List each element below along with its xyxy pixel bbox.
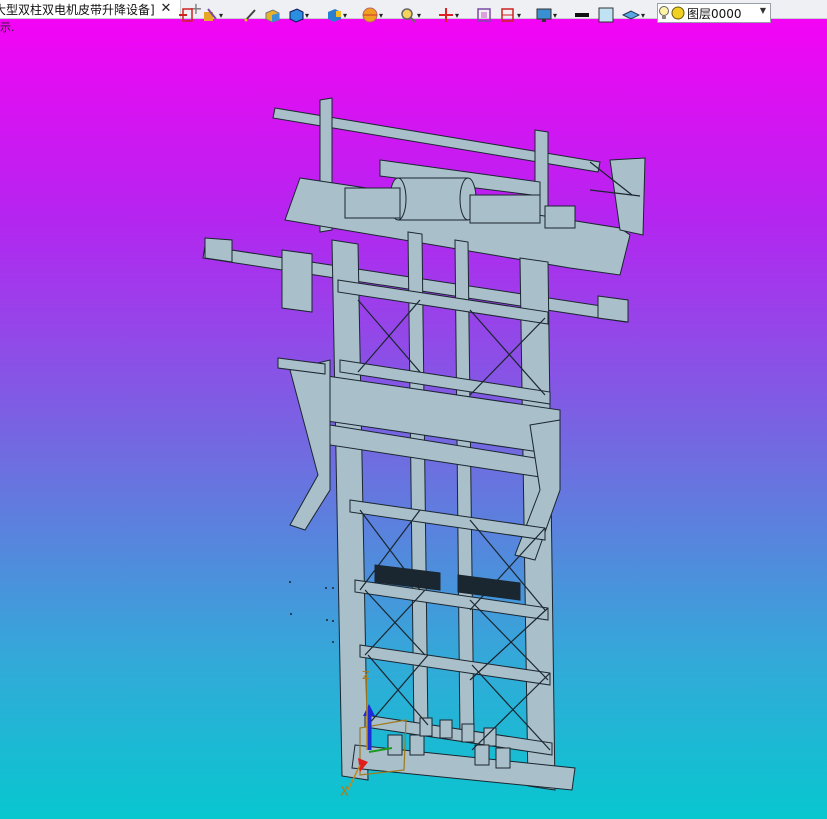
lightbulb-icon [659,6,669,19]
exit-sketch-button[interactable] [178,6,194,24]
pencil-button[interactable] [242,6,258,24]
solid-view-button[interactable]: ▾ [288,6,309,24]
chevron-down-icon: ▼ [759,6,766,15]
chevron-down-icon: ▾ [305,10,310,20]
sphere-icon [362,7,378,23]
render-style-button[interactable]: ▾ [362,6,383,24]
section-cube-icon [328,9,341,22]
color-swatch-icon [598,7,614,23]
close-icon[interactable]: ✕ [158,0,174,18]
layer-select-value: 图层0000 [687,6,742,21]
view-cube-icon [501,8,514,22]
display-mode-button[interactable]: ▾ [536,6,557,24]
pan-button[interactable]: ▾ [438,6,459,24]
layer-color-icon [671,6,685,20]
line-weight-icon [575,13,589,17]
document-tab-title: 大型双柱双电机皮带升降设备] [0,2,155,17]
chevron-down-icon: ▾ [517,10,522,20]
layer-stack-icon [622,10,640,20]
fit-view-button[interactable] [476,6,492,24]
monitor-icon [536,8,552,22]
chevron-down-icon: ▾ [641,10,646,20]
lift-equipment-model [202,97,646,791]
3d-viewport[interactable]: Z X [0,19,827,819]
chevron-down-icon: ▾ [417,10,422,20]
cube-icon [289,8,304,23]
chevron-down-icon: ▾ [379,10,384,20]
axis-label-x: X [340,785,349,800]
viewport-hint-text: 示. [0,21,15,34]
sketch-tools-button[interactable]: ▾ [202,6,223,24]
layer-manager-button[interactable]: ▾ [622,6,645,24]
view-orientation-button[interactable]: ▾ [500,6,521,24]
fit-icon [477,8,491,22]
chevron-down-icon: ▾ [455,10,460,20]
view-toolbar: ▾ ▾ ▾ ▾ ▾ ▾ ▾ ▾ ▾ 图层0000 ▼ [176,2,776,26]
zoom-icon [401,8,416,23]
line-style-button[interactable] [574,6,590,24]
chevron-down-icon: ▾ [553,10,558,20]
sketch-icon [204,8,217,21]
color-button[interactable] [598,6,614,24]
move-icon [439,8,453,22]
box-shade-button[interactable] [264,6,280,24]
layer-select[interactable]: 图层0000 ▼ [657,3,771,23]
box-icon [265,9,280,23]
axis-label-z: Z [362,669,370,682]
chevron-down-icon: ▾ [343,10,348,20]
section-view-button[interactable]: ▾ [326,6,347,24]
document-tab[interactable]: 大型双柱双电机皮带升降设备] ✕ [0,0,181,18]
chevron-down-icon: ▾ [219,10,224,20]
pencil-icon [244,9,256,22]
exit-icon [179,8,193,22]
zoom-button[interactable]: ▾ [400,6,421,24]
